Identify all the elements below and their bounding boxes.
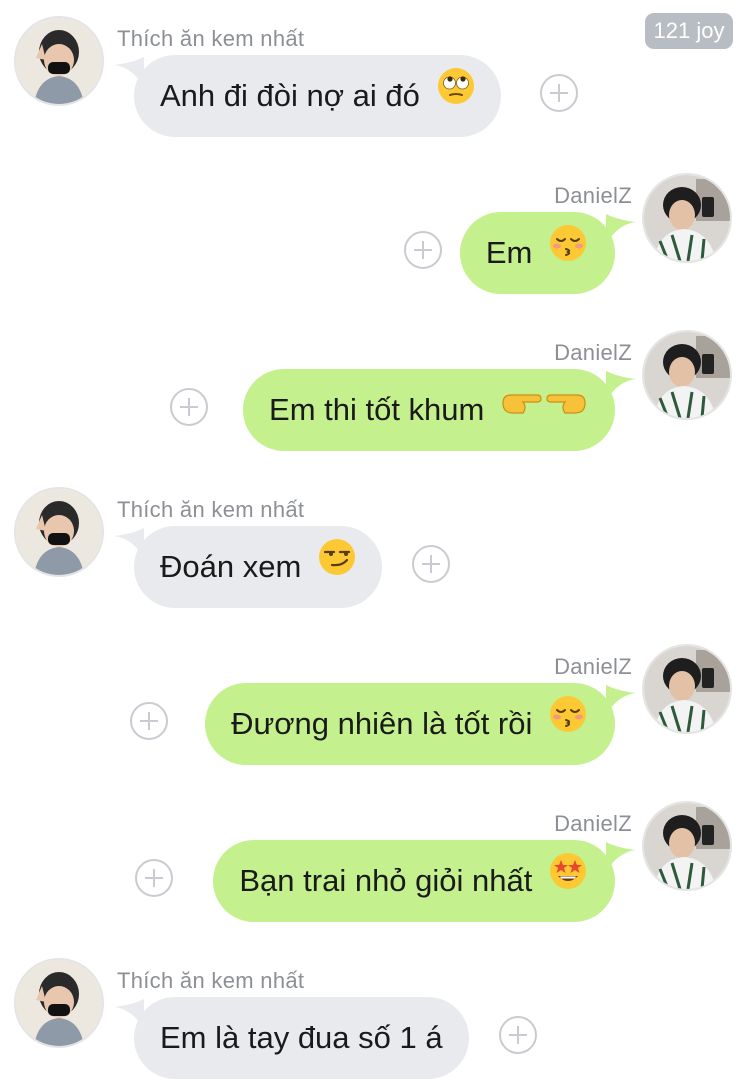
avatar[interactable] — [14, 487, 104, 577]
message-text: Em là tay đua số 1 á — [160, 1020, 443, 1055]
add-reaction-button[interactable] — [540, 74, 578, 112]
add-reaction-button[interactable] — [499, 1016, 537, 1054]
message-text: Đương nhiên là tốt rồi — [231, 706, 533, 741]
smirking-emoji — [318, 525, 356, 607]
avatar[interactable] — [642, 801, 732, 891]
sender-name: Thích ăn kem nhất — [117, 968, 305, 993]
message-bubble[interactable]: Em là tay đua số 1 á — [134, 997, 469, 1079]
avatar[interactable] — [642, 173, 732, 263]
avatar[interactable] — [642, 330, 732, 420]
sender-name: Thích ăn kem nhất — [117, 497, 305, 522]
message-bubble[interactable]: Đoán xem — [134, 526, 382, 608]
message-text: Em thi tốt khum — [269, 392, 485, 427]
add-reaction-button[interactable] — [404, 231, 442, 269]
rolling-eyes-emoji — [437, 54, 475, 136]
message-bubble[interactable]: Anh đi đòi nợ ai đó — [134, 55, 501, 137]
message-text: Bạn trai nhỏ giỏi nhất — [239, 863, 533, 898]
sender-name: DanielZ — [554, 811, 632, 836]
message-text: Anh đi đòi nợ ai đó — [160, 78, 420, 113]
message-bubble[interactable]: Đương nhiên là tốt rồi — [205, 683, 615, 765]
fingers-pointing-emoji — [501, 368, 587, 450]
message-bubble[interactable]: Bạn trai nhỏ giỏi nhất — [213, 840, 615, 922]
add-reaction-button[interactable] — [130, 702, 168, 740]
kissing-closed-eyes-emoji — [549, 211, 587, 293]
message-text: Đoán xem — [160, 549, 302, 584]
avatar[interactable] — [642, 644, 732, 734]
message-text: Em — [485, 235, 533, 270]
avatar[interactable] — [14, 16, 104, 106]
sender-name: DanielZ — [554, 183, 632, 208]
add-reaction-button[interactable] — [170, 388, 208, 426]
sender-name: DanielZ — [554, 654, 632, 679]
message-bubble[interactable]: Em — [459, 211, 615, 294]
watermark-badge: 121 joy — [645, 13, 733, 49]
kissing-closed-eyes-emoji — [549, 682, 587, 764]
sender-name: DanielZ — [554, 340, 632, 365]
add-reaction-button[interactable] — [135, 859, 173, 897]
sender-name: Thích ăn kem nhất — [117, 26, 305, 51]
avatar[interactable] — [14, 958, 104, 1048]
star-struck-emoji — [549, 839, 587, 921]
add-reaction-button[interactable] — [412, 545, 450, 583]
message-bubble[interactable]: Em thi tốt khum — [243, 369, 615, 451]
